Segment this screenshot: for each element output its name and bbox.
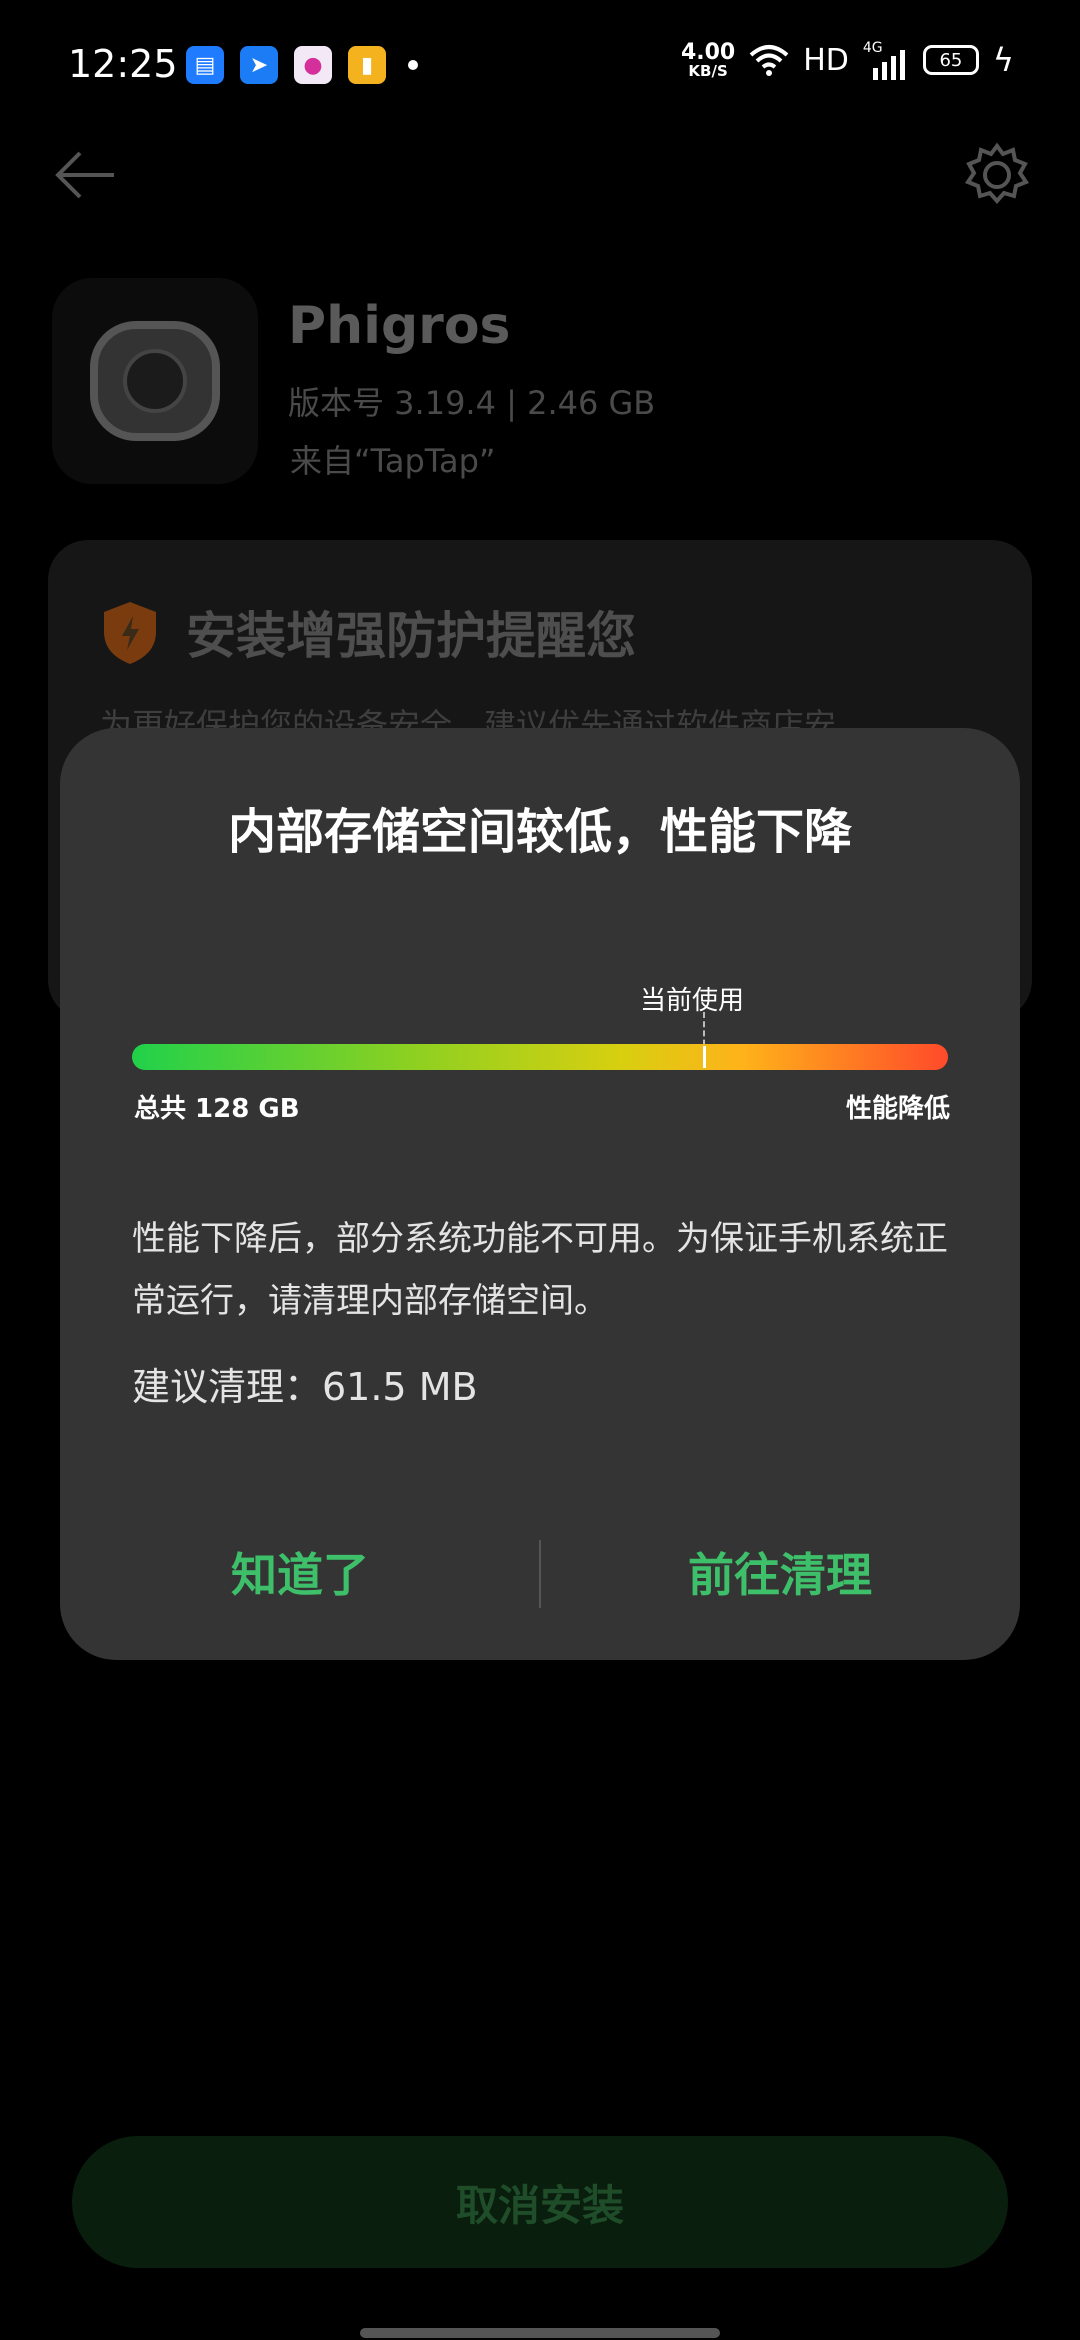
back-arrow-icon[interactable] <box>50 140 120 210</box>
current-usage-label: 当前使用 <box>640 986 745 1016</box>
got-it-button[interactable]: 知道了 <box>60 1532 540 1612</box>
home-indicator[interactable] <box>360 2328 720 2338</box>
low-storage-dialog: 内部存储空间较低，性能下降 当前使用 总共 128 GB 性能降低 性能下降后，… <box>60 728 1020 1660</box>
app-version-size: 版本号 3.19.4 | 2.46 GB <box>288 384 656 422</box>
screen: 12:25 ▤ ➤ ● ▮ 4.00 KB/S HD 4G 65 ϟ Phigr… <box>0 0 1080 2340</box>
app-icon <box>52 278 258 484</box>
dialog-description: 性能下降后，部分系统功能不可用。为保证手机系统正常运行，请清理内部存储空间。 <box>132 1219 948 1321</box>
app-source: 来自“TapTap” <box>290 442 496 480</box>
protection-title: 安装增强防护提醒您 <box>186 607 636 665</box>
app-icon-artwork <box>90 321 220 441</box>
app-character-image <box>123 349 187 413</box>
storage-usage-bar <box>132 1044 948 1070</box>
total-storage-label: 总共 128 GB <box>134 1094 300 1124</box>
suggested-cleanup: 建议清理：61.5 MB <box>132 1365 478 1409</box>
cancel-install-button[interactable]: 取消安装 <box>72 2136 1008 2268</box>
app-name: Phigros <box>288 296 511 356</box>
go-clean-button[interactable]: 前往清理 <box>540 1532 1020 1612</box>
shield-icon <box>104 602 156 664</box>
current-usage-marker <box>703 1046 707 1068</box>
dialog-title: 内部存储空间较低，性能下降 <box>227 804 852 860</box>
gear-icon[interactable] <box>962 140 1032 210</box>
performance-drop-label: 性能降低 <box>845 1094 950 1124</box>
